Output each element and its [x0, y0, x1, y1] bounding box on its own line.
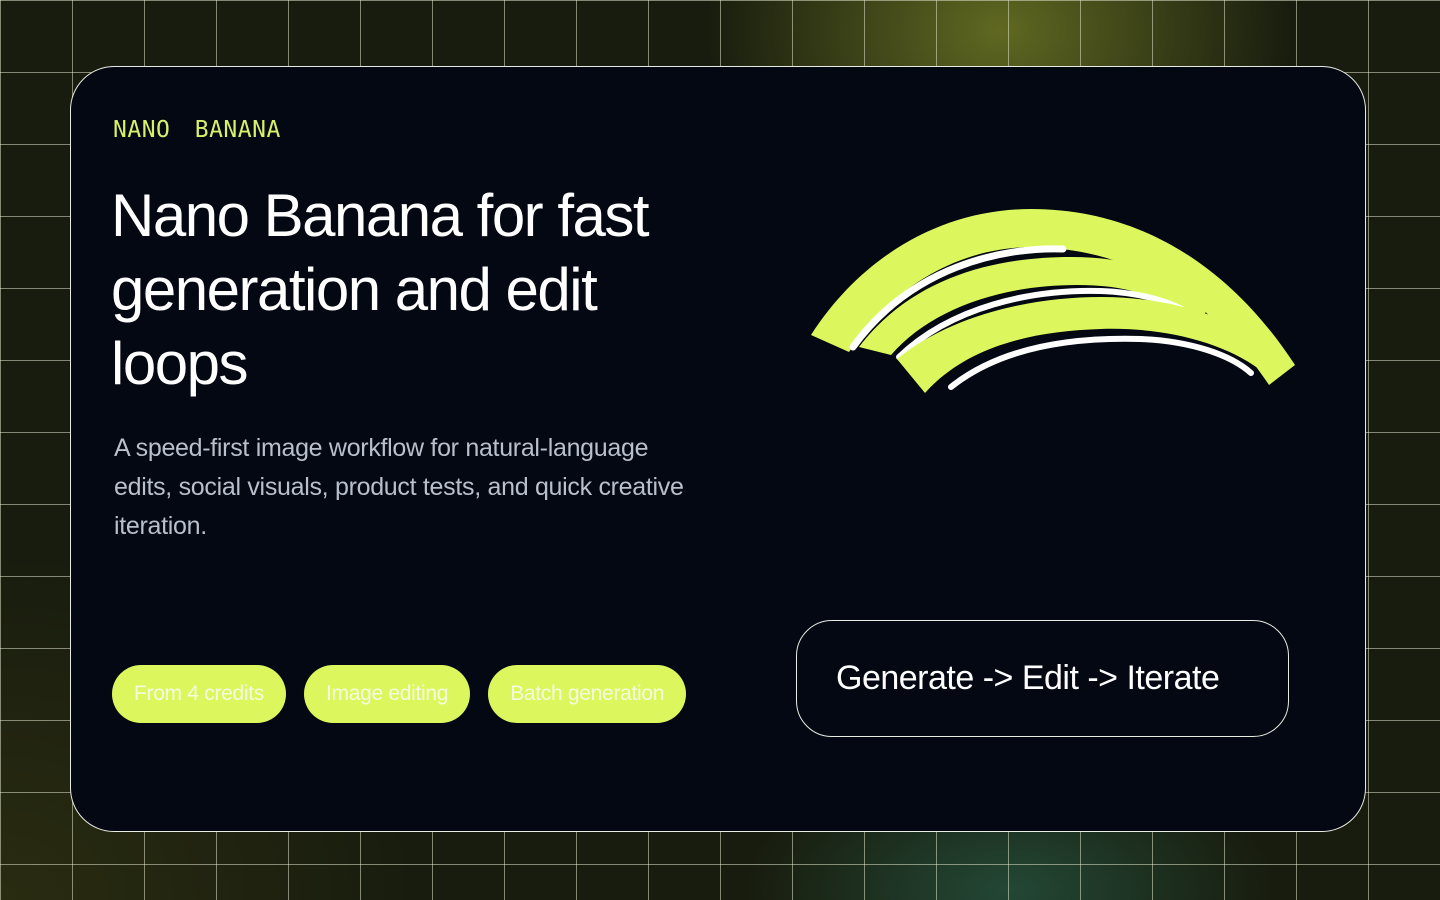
hero-card: NANO BANANA Nano Banana for fast generat… [70, 66, 1366, 832]
banana-arcs-illustration [811, 209, 1295, 393]
workflow-label: Generate -> Edit -> Iterate [836, 659, 1220, 697]
chip-credits[interactable]: From 4 credits [112, 665, 286, 723]
workflow-box: Generate -> Edit -> Iterate [796, 620, 1289, 737]
chip-batch-generation[interactable]: Batch generation [488, 665, 687, 723]
eyebrow-label: NANO BANANA [113, 117, 281, 143]
feature-chips: From 4 credits Image editing Batch gener… [112, 665, 687, 723]
chip-image-editing[interactable]: Image editing [304, 665, 471, 723]
page-title: Nano Banana for fast generation and edit… [111, 182, 650, 397]
hero-description: A speed-first image workflow for natural… [114, 434, 684, 540]
